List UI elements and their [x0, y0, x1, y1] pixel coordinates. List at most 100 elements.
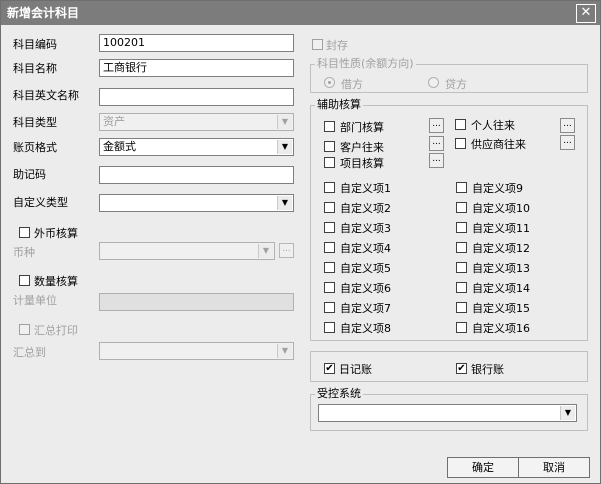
- aux-project-checkbox[interactable]: [324, 157, 335, 168]
- english-name-label: 科目英文名称: [13, 89, 79, 102]
- bank-checkbox[interactable]: ✔: [456, 363, 467, 374]
- aux-personal-browse-button[interactable]: ...: [560, 118, 575, 133]
- custom-item-checkbox[interactable]: [324, 322, 335, 333]
- summary-print-checkbox: [19, 324, 30, 335]
- custom-item-checkbox[interactable]: [456, 182, 467, 193]
- custom-item-checkbox[interactable]: [324, 242, 335, 253]
- sealed-label: 封存: [326, 39, 348, 52]
- mnemonic-input[interactable]: [99, 166, 294, 184]
- custom-item-checkbox[interactable]: [456, 222, 467, 233]
- currency-select: ▼: [99, 242, 275, 260]
- dialog-window: 新增会计科目 ✕ 科目编码 100201 科目名称 工商银行 科目英文名称 科目…: [0, 0, 601, 484]
- type-label: 科目类型: [13, 116, 57, 129]
- aux-project-browse-button[interactable]: ...: [429, 153, 444, 168]
- custom-item-label: 自定义项11: [472, 222, 530, 235]
- aux-supplier-label: 供应商往来: [471, 138, 526, 151]
- chevron-down-icon[interactable]: ▼: [277, 140, 292, 154]
- aux-customer-label: 客户往来: [340, 141, 384, 154]
- custom-item-checkbox[interactable]: [324, 282, 335, 293]
- aux-dept-browse-button[interactable]: ...: [429, 118, 444, 133]
- summary-to-label: 汇总到: [13, 346, 46, 359]
- custom-item-label: 自定义项3: [340, 222, 391, 235]
- controlled-system-select[interactable]: ▼: [318, 404, 577, 422]
- format-select[interactable]: 金额式 ▼: [99, 138, 294, 156]
- nature-group-title: 科目性质(余额方向): [315, 57, 416, 70]
- name-input[interactable]: 工商银行: [99, 59, 294, 77]
- summary-print-label: 汇总打印: [34, 324, 78, 337]
- custom-item-checkbox[interactable]: [456, 302, 467, 313]
- unit-input: [99, 293, 294, 311]
- ok-button[interactable]: 确定: [447, 457, 519, 478]
- unit-label: 计量单位: [13, 294, 57, 307]
- journal-label: 日记账: [339, 363, 372, 376]
- custom-item-label: 自定义项7: [340, 302, 391, 315]
- fx-checkbox[interactable]: [19, 227, 30, 238]
- journal-checkbox[interactable]: ✔: [324, 363, 335, 374]
- aux-personal-checkbox[interactable]: [455, 119, 466, 130]
- summary-to-select: ▼: [99, 342, 294, 360]
- custom-item-label: 自定义项2: [340, 202, 391, 215]
- aux-supplier-checkbox[interactable]: [455, 138, 466, 149]
- custom-item-label: 自定义项12: [472, 242, 530, 255]
- custom-item-checkbox[interactable]: [456, 282, 467, 293]
- custom-type-select[interactable]: ▼: [99, 194, 294, 212]
- chevron-down-icon[interactable]: ▼: [277, 196, 292, 210]
- custom-item-checkbox[interactable]: [456, 262, 467, 273]
- code-label: 科目编码: [13, 38, 57, 51]
- format-value: 金额式: [103, 140, 136, 153]
- custom-item-checkbox[interactable]: [324, 302, 335, 313]
- aux-project-label: 项目核算: [340, 157, 384, 170]
- custom-item-label: 自定义项5: [340, 262, 391, 275]
- quantity-label: 数量核算: [34, 275, 78, 288]
- cancel-button[interactable]: 取消: [518, 457, 590, 478]
- english-name-input[interactable]: [99, 88, 294, 106]
- custom-item-label: 自定义项8: [340, 322, 391, 335]
- mnemonic-label: 助记码: [13, 168, 46, 181]
- custom-item-checkbox[interactable]: [324, 182, 335, 193]
- custom-item-label: 自定义项6: [340, 282, 391, 295]
- custom-item-label: 自定义项1: [340, 182, 391, 195]
- custom-item-label: 自定义项13: [472, 262, 530, 275]
- custom-item-checkbox[interactable]: [324, 202, 335, 213]
- custom-item-checkbox[interactable]: [456, 242, 467, 253]
- custom-item-checkbox[interactable]: [456, 322, 467, 333]
- controlled-group-title: 受控系统: [315, 387, 363, 400]
- type-value: 资产: [103, 115, 125, 128]
- custom-item-label: 自定义项16: [472, 322, 530, 335]
- custom-item-checkbox[interactable]: [324, 222, 335, 233]
- quantity-checkbox[interactable]: [19, 275, 30, 286]
- code-input[interactable]: 100201: [99, 34, 294, 52]
- type-select: 资产 ▼: [99, 113, 294, 131]
- chevron-down-icon: ▼: [277, 115, 292, 129]
- credit-label: 贷方: [445, 78, 467, 91]
- debit-radio: [324, 77, 335, 88]
- chevron-down-icon: ▼: [258, 244, 273, 258]
- custom-item-checkbox[interactable]: [456, 202, 467, 213]
- aux-supplier-browse-button[interactable]: ...: [560, 135, 575, 150]
- currency-browse-button: ...: [279, 243, 294, 258]
- chevron-down-icon[interactable]: ▼: [560, 406, 575, 420]
- aux-customer-checkbox[interactable]: [324, 141, 335, 152]
- chevron-down-icon: ▼: [277, 344, 292, 358]
- aux-dept-checkbox[interactable]: [324, 121, 335, 132]
- currency-label: 币种: [13, 246, 35, 259]
- custom-item-label: 自定义项14: [472, 282, 530, 295]
- debit-label: 借方: [341, 78, 363, 91]
- aux-customer-browse-button[interactable]: ...: [429, 136, 444, 151]
- sealed-checkbox: [312, 39, 323, 50]
- format-label: 账页格式: [13, 141, 57, 154]
- custom-item-label: 自定义项4: [340, 242, 391, 255]
- credit-radio: [428, 77, 439, 88]
- name-label: 科目名称: [13, 62, 57, 75]
- custom-item-checkbox[interactable]: [324, 262, 335, 273]
- fx-label: 外币核算: [34, 227, 78, 240]
- custom-item-label: 自定义项10: [472, 202, 530, 215]
- custom-item-label: 自定义项15: [472, 302, 530, 315]
- close-icon[interactable]: ✕: [576, 4, 596, 23]
- aux-group-title: 辅助核算: [315, 98, 363, 111]
- dialog-title: 新增会计科目: [7, 6, 80, 20]
- title-bar: 新增会计科目 ✕: [1, 1, 600, 25]
- custom-item-label: 自定义项9: [472, 182, 523, 195]
- aux-dept-label: 部门核算: [340, 121, 384, 134]
- aux-personal-label: 个人往来: [471, 119, 515, 132]
